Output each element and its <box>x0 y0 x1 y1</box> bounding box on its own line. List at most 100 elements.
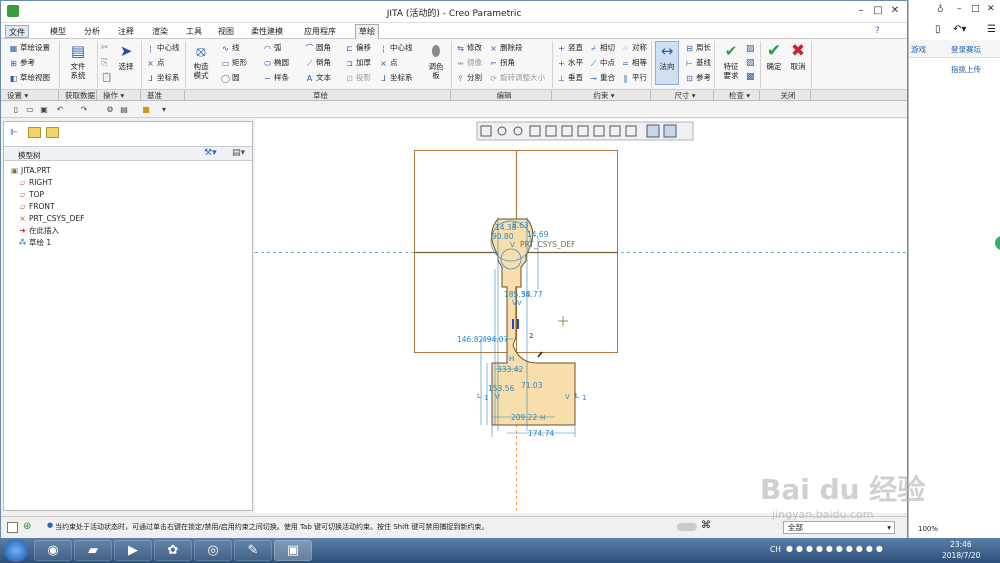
constraint-display-icon[interactable] <box>663 124 677 138</box>
close-icon[interactable]: ✕ <box>887 4 903 18</box>
taskbar-media[interactable]: ▶ <box>114 540 152 561</box>
browser-close-icon[interactable]: ✕ <box>987 4 995 14</box>
game-link[interactable]: 游戏 <box>911 44 926 55</box>
maximize-icon[interactable]: □ <box>870 4 886 18</box>
menu-icon[interactable]: ☰ <box>987 24 996 35</box>
tree-item-insert-here[interactable]: ➜ 在此插入 <box>18 225 59 236</box>
vertical-constraint-button[interactable]: + 竖直 <box>557 42 583 54</box>
text-button[interactable]: A 文本 <box>305 72 331 84</box>
midpoint-constraint-button[interactable]: ⟋ 中点 <box>589 57 615 69</box>
taskbar-chrome[interactable]: ◉ <box>34 540 72 561</box>
clock-date[interactable]: 2018/7/20 <box>942 551 980 560</box>
dimension-value[interactable]: 14.69 <box>527 230 549 239</box>
split-button[interactable]: ⫯ 分割 <box>456 72 482 84</box>
modify-button[interactable]: ⇆ 修改 <box>456 42 482 54</box>
equal-constraint-button[interactable]: = 相等 <box>621 57 647 69</box>
symmetric-constraint-button[interactable]: ⁘ 对称 <box>621 42 647 54</box>
taskbar-baidu[interactable]: ✿ <box>154 540 192 561</box>
tab-sketch[interactable]: 草绘 <box>355 24 379 39</box>
tree-item-front[interactable]: ▱ FRONT <box>18 201 55 212</box>
coincident-constraint-button[interactable]: ⊸ 重合 <box>589 72 615 84</box>
project-button[interactable]: ⊡ 投影 <box>345 72 371 84</box>
minimize-icon[interactable]: – <box>853 4 869 18</box>
rectangle-button[interactable]: ▭ 矩形 <box>221 57 247 69</box>
dimension-value[interactable]: 90.80 <box>492 232 514 241</box>
construction-mode-button[interactable]: ⦻ 构造 模式 <box>189 42 213 80</box>
datum-csys-button[interactable]: ⅃ 坐标系 <box>146 72 179 84</box>
tab-tools[interactable]: 工具 <box>183 25 205 38</box>
sketch-canvas[interactable]: 14.38 8.63 14.69 90.80 185.38 54.77 146.… <box>255 119 907 513</box>
login-link[interactable]: 登录赛坛 <box>951 44 981 55</box>
customize-toolbar-icon[interactable]: ▾ <box>159 105 169 115</box>
palette-button[interactable]: ⬮ 调色 板 <box>425 42 447 80</box>
selected-segment-marker[interactable] <box>512 319 514 329</box>
regenerate-icon[interactable]: ⚙ <box>105 105 115 115</box>
feature-requirements-button[interactable]: ✔ 特征 要求 <box>719 42 743 80</box>
tree-item-right[interactable]: ▱ RIGHT <box>18 177 53 188</box>
tab-file[interactable]: 文件 <box>5 25 29 38</box>
length-constraint-index[interactable]: 1 <box>484 394 488 402</box>
fillet-button[interactable]: ⌒ 圆角 <box>305 42 332 54</box>
tree-filter-icon[interactable]: ▤▾ <box>232 148 245 158</box>
start-button[interactable] <box>4 539 28 562</box>
selected-segment-marker[interactable] <box>517 319 519 329</box>
length-constraint-mark[interactable]: L <box>575 392 579 400</box>
folder-icon[interactable]: ■ <box>141 105 151 115</box>
folder-browser-tab-icon[interactable] <box>28 127 41 138</box>
tab-render[interactable]: 渲染 <box>149 25 171 38</box>
phone-icon[interactable]: ▯ <box>935 24 941 35</box>
horizontal-constraint-button[interactable]: + 水平 <box>557 57 583 69</box>
help-icon[interactable]: ? <box>875 26 880 36</box>
normal-dimension-button[interactable]: ↔ 法向 <box>655 41 679 85</box>
sketch-csys-button[interactable]: ⅃ 坐标系 <box>379 72 412 84</box>
dimension-value[interactable]: 54.77 <box>521 290 543 299</box>
windows-icon[interactable]: ▤ <box>119 105 129 115</box>
save-icon[interactable]: ▣ <box>39 105 49 115</box>
tab-annotate[interactable]: 注释 <box>115 25 137 38</box>
reference-dimension-button[interactable]: ⊡ 参考 <box>685 72 711 84</box>
vertical-constraint-mark[interactable]: V <box>512 299 517 307</box>
dimension-value[interactable]: 8.63 <box>512 221 529 230</box>
file-system-button[interactable]: ▤ 文件 系统 <box>65 42 91 80</box>
rotate-resize-button[interactable]: ⟳ 旋转调整大小 <box>489 72 545 84</box>
language-indicator[interactable]: CH <box>770 545 781 554</box>
tree-settings-icon[interactable]: ⚒▾ <box>204 148 217 158</box>
vertical-constraint-mark[interactable]: V <box>510 241 515 249</box>
redo-icon[interactable]: ↷ <box>79 105 89 115</box>
cut-icon[interactable]: ✂ <box>101 43 109 53</box>
browser-toggle-icon[interactable]: ⊛ <box>23 521 31 532</box>
parallel-constraint-button[interactable]: ∥ 平行 <box>621 72 648 84</box>
dimension-value[interactable]: 174.74 <box>528 429 554 438</box>
dimension-value[interactable]: 494.07 <box>482 335 508 344</box>
paste-icon[interactable]: 📋 <box>101 73 112 83</box>
line-button[interactable]: ∿ 线 <box>221 42 239 54</box>
select-button[interactable]: ➤ 选择 <box>113 42 139 71</box>
delete-segment-button[interactable]: ⨯ 删除段 <box>489 42 522 54</box>
horizontal-constraint-mark[interactable]: H <box>509 355 514 363</box>
perpendicular-constraint-button[interactable]: ⊥ 垂直 <box>557 72 583 84</box>
dimension-value[interactable]: 333.42 <box>497 365 523 374</box>
tab-flexible-modeling[interactable]: 柔性建模 <box>248 25 286 38</box>
tab-view[interactable]: 视图 <box>215 25 237 38</box>
length-constraint-mark[interactable]: L <box>477 392 481 400</box>
arc-button[interactable]: ◠ 弧 <box>263 42 282 54</box>
datum-point-button[interactable]: × 点 <box>146 57 164 69</box>
browser-tab[interactable]: 指挑上传 <box>909 60 1000 78</box>
binoculars-icon[interactable]: ⌘ <box>701 520 711 531</box>
tree-item-part[interactable]: ▣ JITA.PRT <box>10 165 51 176</box>
horizontal-constraint-mark[interactable]: H <box>540 414 545 422</box>
group-inspect[interactable]: 检查 ▾ <box>714 90 760 101</box>
highlight-open-ends-icon[interactable]: ▧ <box>746 58 755 68</box>
browser-restore-icon[interactable]: □ <box>971 4 980 14</box>
graphics-window[interactable]: 14.38 8.63 14.69 90.80 185.38 54.77 146.… <box>255 119 907 513</box>
sketch-view-button[interactable]: ◧ 草绘视图 <box>9 72 50 84</box>
overlap-icon[interactable]: ▨ <box>746 44 755 54</box>
shirt-icon[interactable]: ♁ <box>937 5 944 15</box>
tab-applications[interactable]: 应用程序 <box>301 25 339 38</box>
shade-closed-icon[interactable]: ▩ <box>746 72 755 82</box>
tab-analysis[interactable]: 分析 <box>81 25 103 38</box>
taskbar-explorer[interactable]: ▰ <box>74 540 112 561</box>
vertical-constraint-mark[interactable]: V <box>565 393 570 401</box>
vertical-constraint-mark[interactable]: V <box>495 393 500 401</box>
dimension-value[interactable]: 209.22 <box>511 413 537 422</box>
